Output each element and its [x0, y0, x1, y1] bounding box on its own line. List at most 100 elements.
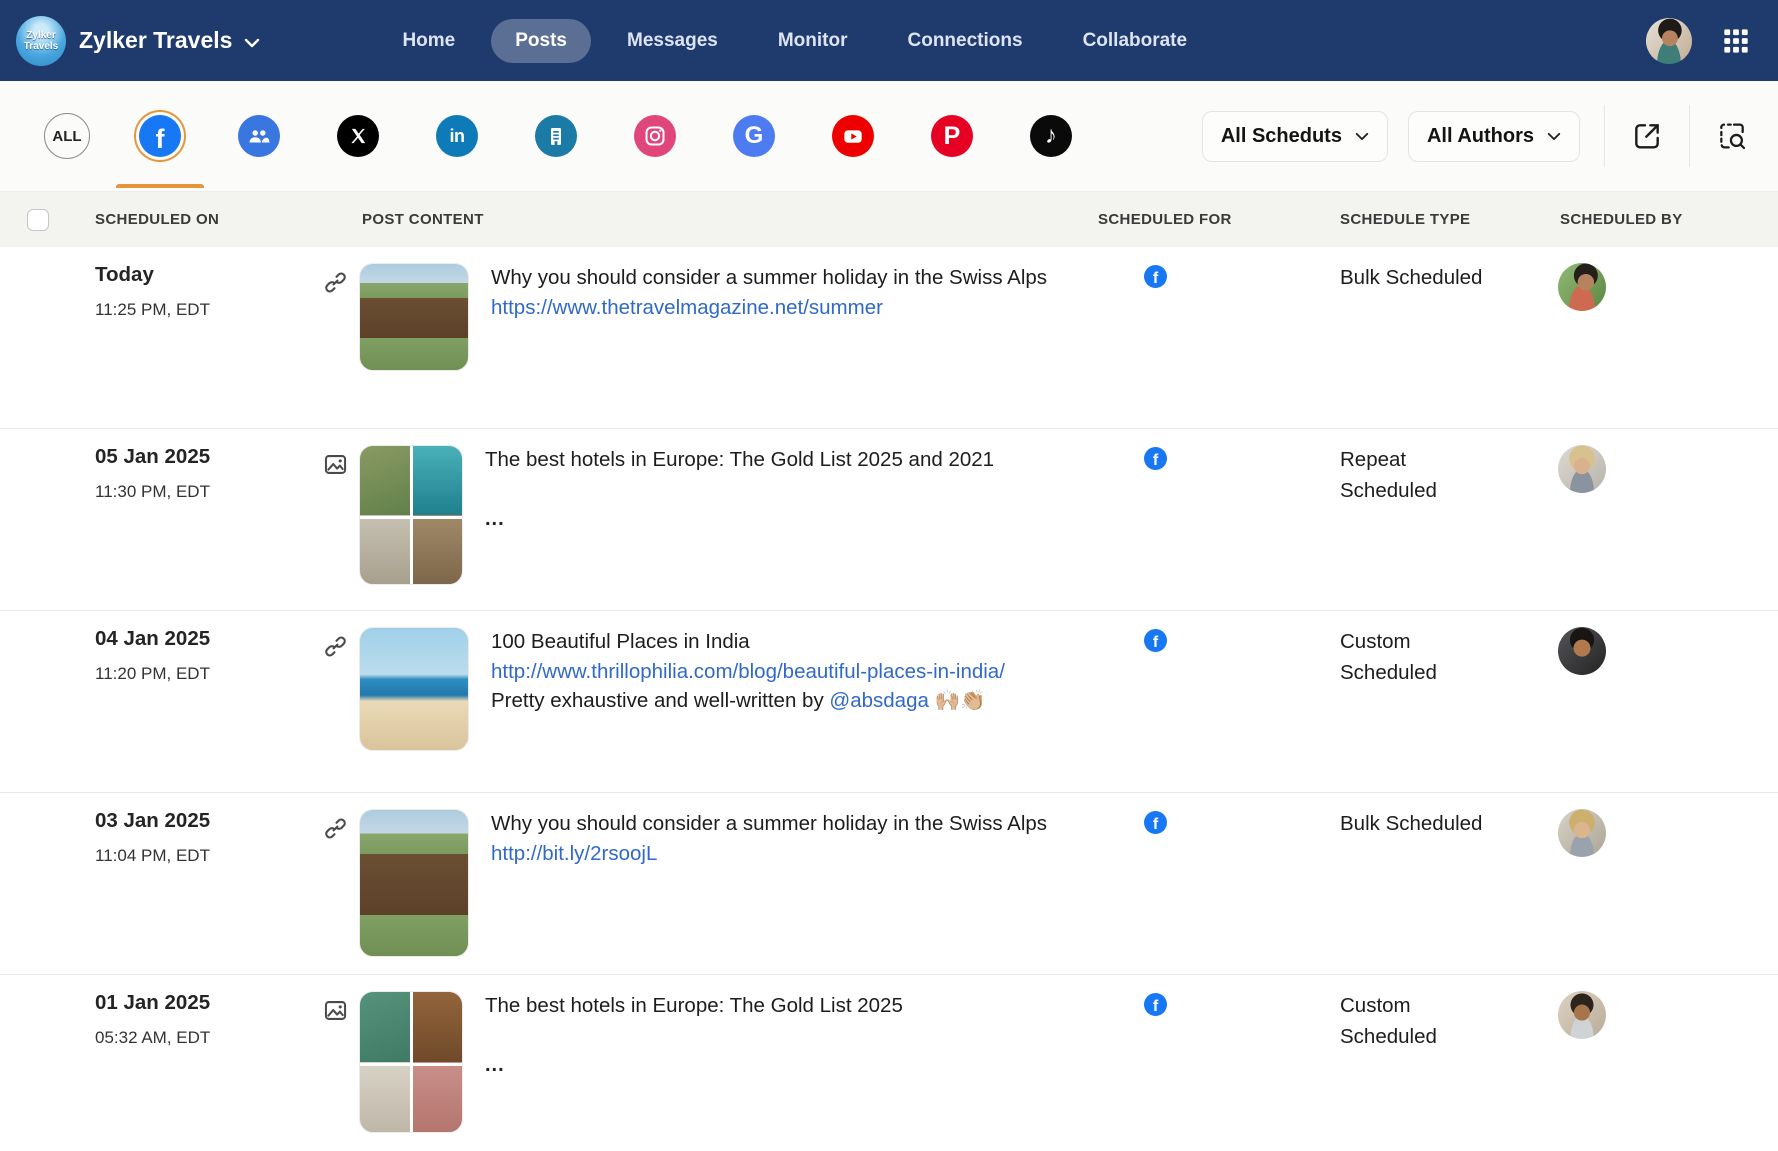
table-row[interactable]: Today11:25 PM, EDTWhy you should conside… [0, 247, 1778, 429]
network-filter-bar: ALL f in G P ♪ All Scheduts All Authors [0, 81, 1778, 192]
facebook-badge-icon: f [1144, 265, 1167, 288]
header-post-content: POST CONTENT [306, 211, 1090, 228]
post-text: Why you should consider a summer holiday… [491, 263, 1047, 322]
nav-item-posts[interactable]: Posts [491, 19, 591, 63]
scheduled-by-avatar [1558, 627, 1606, 675]
network-filter-facebook-group[interactable] [233, 110, 285, 162]
nav-item-home[interactable]: Home [378, 19, 479, 63]
post-ellipsis[interactable]: ... [485, 505, 994, 534]
brand-switcher[interactable]: Zylker Travels [79, 27, 260, 54]
network-filter-x-twitter[interactable] [332, 110, 384, 162]
divider [1689, 105, 1690, 167]
header-scheduled-by: SCHEDULED BY [1500, 211, 1778, 228]
schedule-type: Bulk Scheduled [1340, 263, 1482, 294]
network-filter-facebook[interactable]: f [134, 110, 186, 162]
authors-filter-label: All Authors [1427, 125, 1534, 148]
header-scheduled-on: SCHEDULED ON [66, 211, 306, 228]
tiktok-icon: ♪ [1030, 115, 1072, 157]
brand-logo-line2: Travels [24, 41, 58, 52]
brand-logo-icon: Zylker Travels [16, 16, 66, 66]
export-share-icon[interactable] [1629, 118, 1665, 154]
pinterest-icon: P [931, 115, 973, 157]
schedule-filter-dropdown[interactable]: All Scheduts [1202, 111, 1388, 162]
row-time: 05:32 AM, EDT [95, 1028, 306, 1048]
facebook-badge-icon: f [1144, 811, 1167, 834]
header-scheduled-for: SCHEDULED FOR [1090, 211, 1280, 228]
scheduled-by-avatar [1558, 809, 1606, 857]
row-time: 11:25 PM, EDT [95, 300, 306, 320]
post-text: 100 Beautiful Places in India http://www.… [491, 627, 1056, 716]
apps-grid-icon[interactable] [1718, 23, 1754, 59]
filter-all-label: ALL [52, 128, 81, 145]
post-thumbnail [359, 445, 463, 585]
table-row[interactable]: 04 Jan 2025 11:20 PM, EDT 100 Beautiful Pl… [0, 611, 1778, 793]
profile-avatar[interactable] [1646, 18, 1692, 64]
post-ellipsis[interactable]: ... [485, 1051, 903, 1080]
attachment-link-icon [322, 815, 349, 847]
post-thumbnail [359, 809, 469, 957]
select-all-checkbox[interactable] [27, 209, 49, 231]
nav-item-connections[interactable]: Connections [884, 19, 1047, 63]
brand-logo-line1: Zylker [26, 30, 55, 41]
nav-item-monitor[interactable]: Monitor [754, 19, 872, 63]
network-filter-youtube[interactable] [827, 110, 879, 162]
chevron-down-icon [244, 27, 260, 54]
post-search-icon[interactable] [1714, 118, 1750, 154]
attachment-link-icon [322, 633, 349, 665]
row-time: 11:30 PM, EDT [95, 482, 306, 502]
attachment-image-icon [322, 997, 349, 1029]
schedule-type: Custom Scheduled [1340, 627, 1490, 689]
post-thumbnail [359, 991, 463, 1133]
post-link[interactable]: http://bit.ly/2rsoojL [491, 842, 657, 865]
top-navbar: Zylker Travels Zylker Travels Home Posts M… [0, 0, 1778, 81]
network-filter-tiktok[interactable]: ♪ [1025, 110, 1077, 162]
nav-item-collaborate[interactable]: Collaborate [1059, 19, 1212, 63]
schedule-type: Custom Scheduled [1340, 991, 1490, 1053]
header-schedule-type: SCHEDULE TYPE [1280, 211, 1500, 228]
post-text: Why you should consider a summer holiday… [491, 809, 1056, 868]
instagram-icon [634, 115, 676, 157]
table-row[interactable]: 05 Jan 2025 11:30 PM, EDT The best hotels … [0, 429, 1778, 611]
scheduled-by-avatar [1558, 263, 1606, 311]
nav-item-messages[interactable]: Messages [603, 19, 742, 63]
authors-filter-dropdown[interactable]: All Authors [1408, 111, 1580, 162]
row-time: 11:20 PM, EDT [95, 664, 306, 684]
facebook-badge-icon: f [1144, 447, 1167, 470]
post-link[interactable]: http://www.thrillophilia.com/blog/beauti… [491, 660, 1005, 683]
post-text-segment: The best hotels in Europe: The Gold List… [485, 448, 994, 471]
post-link[interactable]: https://www.thetravelmagazine.net/summer [491, 296, 883, 319]
linkedin-icon: in [436, 115, 478, 157]
post-text-segment: 100 Beautiful Places in India [491, 630, 750, 653]
post-text-segment: 🙌🏼👏🏼 [929, 689, 986, 712]
row-date: 01 Jan 2025 [95, 991, 306, 1015]
network-filter-linkedin[interactable]: in [431, 110, 483, 162]
post-text: The best hotels in Europe: The Gold List… [485, 991, 903, 1079]
schedule-type: Bulk Scheduled [1340, 809, 1482, 840]
network-filter-google-my-business[interactable]: G [728, 110, 780, 162]
network-filter-pinterest[interactable]: P [926, 110, 978, 162]
post-link[interactable]: @absdaga [829, 689, 928, 712]
table-row[interactable]: 01 Jan 2025 05:32 AM, EDT The best hotels … [0, 975, 1778, 1151]
schedule-type: Repeat Scheduled [1340, 445, 1490, 507]
row-time: 11:04 PM, EDT [95, 846, 306, 866]
facebook-badge-icon: f [1144, 629, 1167, 652]
x-twitter-icon [337, 115, 379, 157]
attachment-link-icon [322, 269, 349, 301]
schedule-filter-label: All Scheduts [1221, 125, 1342, 148]
network-filter-instagram[interactable] [629, 110, 681, 162]
post-text: The best hotels in Europe: The Gold List… [485, 445, 994, 533]
network-filter-linkedin-page[interactable] [530, 110, 582, 162]
post-text-segment: Why you should consider a summer holiday… [491, 266, 1047, 289]
facebook-group-icon [238, 115, 280, 157]
post-thumbnail [359, 627, 469, 751]
network-filter-list: f in G P ♪ [134, 110, 1077, 162]
post-text-segment: The best hotels in Europe: The Gold List… [485, 994, 903, 1017]
scheduled-by-avatar [1558, 445, 1606, 493]
row-date: 05 Jan 2025 [95, 445, 306, 469]
scheduled-posts-list: Today11:25 PM, EDTWhy you should conside… [0, 247, 1778, 1151]
row-date: 04 Jan 2025 [95, 627, 306, 651]
filter-all-chip[interactable]: ALL [44, 113, 90, 159]
table-row[interactable]: 03 Jan 202511:04 PM, EDTWhy you should c… [0, 793, 1778, 975]
chevron-down-icon [1547, 132, 1561, 141]
youtube-icon [832, 115, 874, 157]
